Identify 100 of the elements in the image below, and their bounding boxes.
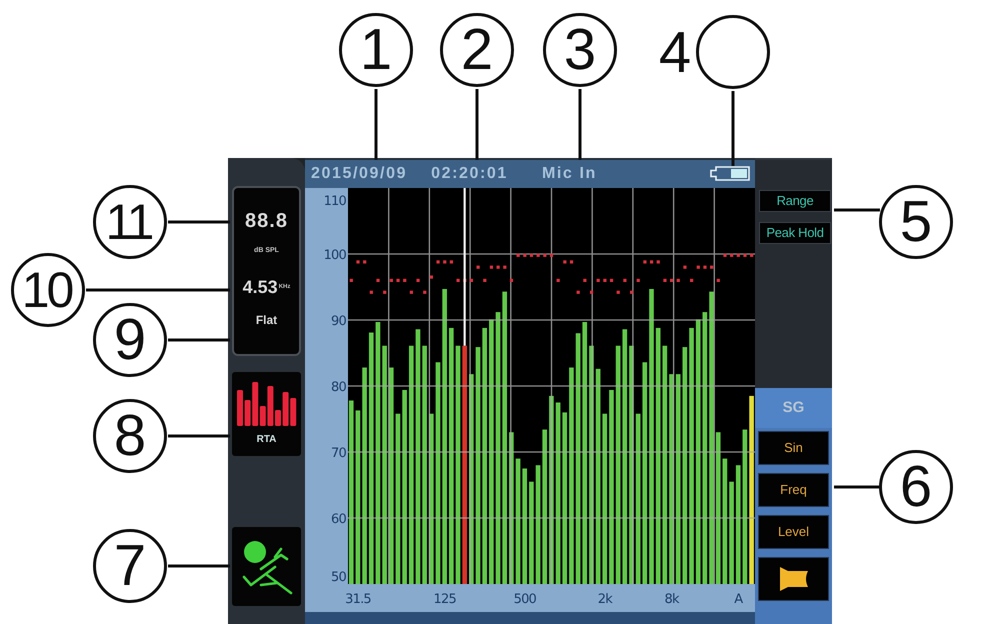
time-label: 02:20:01 — [431, 165, 508, 183]
leader-line — [374, 89, 378, 160]
peak-hold-marker — [596, 278, 600, 282]
x-axis-label: 500 — [514, 592, 536, 607]
peak-hold-marker — [530, 254, 534, 257]
peak-hold-marker — [390, 278, 393, 282]
leader-line — [578, 89, 582, 160]
sg-button[interactable]: Freq — [758, 473, 829, 507]
frequency-value: 4.53 — [242, 277, 278, 297]
peak-hold-marker — [423, 290, 426, 294]
input-label: Mic In — [542, 165, 597, 183]
menu-button[interactable]: Peak Hold — [759, 222, 831, 244]
peak-hold-marker — [356, 260, 360, 264]
peak-hold-marker — [710, 266, 714, 269]
leader-line — [476, 89, 478, 160]
y-axis-label: 50 — [331, 570, 346, 585]
peak-hold-marker — [490, 266, 494, 269]
peak-hold-marker — [670, 278, 674, 282]
menu-button[interactable]: Range — [759, 190, 831, 212]
peak-hold-marker — [350, 278, 353, 282]
peak-hold-marker — [723, 254, 727, 257]
peak-hold-marker — [556, 278, 560, 282]
peak-hold-marker — [570, 260, 574, 264]
flag-icon — [778, 567, 808, 591]
callout-number: 4 — [658, 24, 692, 82]
peak-hold-marker — [690, 278, 694, 282]
peak-hold-marker — [576, 290, 580, 294]
peak-hold-marker — [563, 260, 566, 264]
peak-hold-marker — [523, 254, 526, 257]
peak-hold-marker — [470, 278, 474, 282]
y-axis-label: 60 — [331, 512, 346, 527]
peak-hold-marker — [676, 278, 680, 282]
peak-hold-marker — [510, 278, 514, 282]
peak-hold-marker — [536, 254, 540, 257]
peak-hold-marker — [383, 290, 386, 294]
peak-hold-marker — [730, 254, 734, 257]
battery-icon — [709, 166, 751, 181]
peak-hold-marker — [683, 266, 687, 269]
peak-hold-marker — [583, 278, 586, 282]
rta-mode-button[interactable]: RTA — [232, 372, 301, 456]
callout-number: 9 — [114, 311, 146, 369]
peak-hold-marker — [403, 278, 406, 282]
peak-hold-marker — [590, 290, 594, 294]
y-axis-label: 90 — [331, 314, 346, 329]
spl-value: 88.8 — [245, 210, 288, 232]
callout-number: 6 — [900, 458, 932, 516]
peak-hold-marker — [616, 290, 620, 294]
person-icon — [240, 538, 292, 594]
peak-hold-marker — [610, 278, 614, 282]
peak-hold-marker — [483, 278, 486, 282]
peak-hold-marker — [663, 278, 667, 282]
peak-hold-marker — [636, 278, 640, 282]
peak-hold-marker — [630, 290, 634, 294]
callout-number: 11 — [106, 197, 153, 247]
bar-chart-icon — [236, 380, 296, 426]
x-axis-label: 125 — [434, 592, 456, 607]
sg-button[interactable] — [758, 557, 829, 601]
peak-hold-marker — [443, 260, 446, 264]
peak-hold-marker — [496, 266, 500, 269]
y-axis-label: 80 — [331, 380, 346, 395]
x-axis-label: 2k — [598, 592, 612, 607]
y-axis-label: 70 — [331, 446, 346, 461]
callout-number: 10 — [22, 265, 73, 315]
peak-hold-marker — [743, 254, 747, 257]
x-axis-label: A — [734, 592, 742, 607]
callout-number: 5 — [900, 193, 932, 251]
person-button[interactable] — [232, 527, 301, 606]
peak-hold-marker — [603, 278, 606, 282]
peak-hold-marker — [436, 260, 440, 264]
callout-number: 8 — [114, 407, 146, 465]
peak-hold-marker — [716, 278, 720, 282]
peak-hold-marker — [736, 254, 740, 257]
peak-hold-marker — [750, 254, 754, 257]
peak-hold-marker — [650, 260, 654, 264]
peak-hold-marker — [410, 290, 413, 294]
date-label: 2015/09/09 — [311, 165, 408, 183]
peak-hold-marker — [656, 260, 660, 264]
peak-hold-marker — [450, 260, 454, 264]
peak-hold-marker — [543, 254, 546, 257]
peak-hold-marker — [516, 254, 520, 257]
callout-number: 7 — [114, 537, 146, 595]
y-axis-label: 110 — [324, 194, 346, 209]
callout-number: 2 — [460, 21, 494, 79]
sg-button[interactable]: Level — [758, 515, 829, 549]
y-axis-label: 100 — [324, 248, 346, 263]
peak-hold-marker — [643, 260, 646, 264]
x-axis-label: 8k — [664, 592, 679, 607]
peak-hold-marker — [396, 278, 400, 282]
peak-hold-marker — [363, 260, 366, 264]
callout-number: 1 — [360, 21, 392, 79]
peak-hold-marker — [476, 266, 480, 269]
weighting-label: Flat — [256, 313, 278, 327]
peak-hold-marker — [503, 266, 506, 269]
peak-hold-marker — [703, 266, 707, 269]
callout-number: 3 — [564, 21, 596, 79]
peak-hold-marker — [456, 278, 460, 282]
x-axis-label: 31.5 — [345, 592, 371, 607]
section-label: SG — [782, 398, 804, 418]
peak-hold-marker — [370, 290, 373, 294]
sg-button[interactable]: Sin — [758, 431, 829, 465]
